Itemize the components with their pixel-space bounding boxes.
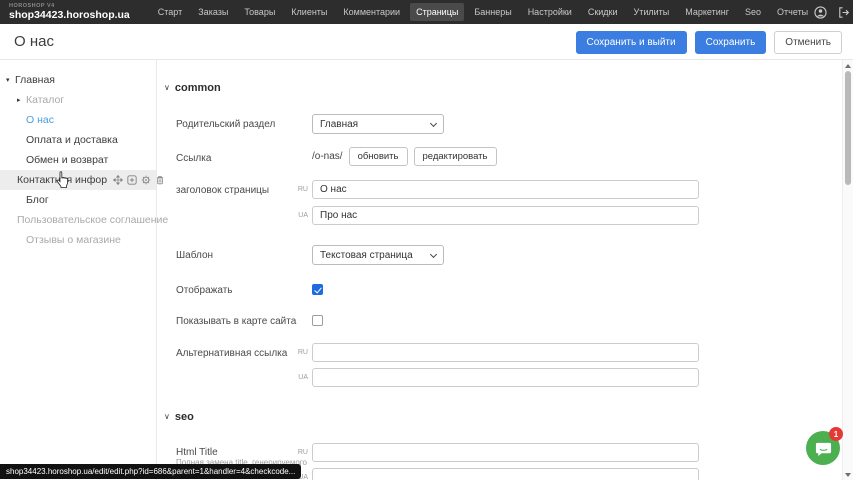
tree-item-label: Контактная инфор	[17, 174, 107, 186]
chevron-down-icon[interactable]: ▾	[6, 76, 15, 84]
lang-tag-ru: RU	[294, 349, 308, 356]
nav-item-settings[interactable]: Настройки	[522, 3, 578, 21]
nav-item-clients[interactable]: Клиенты	[285, 3, 333, 21]
scroll-down-arrow[interactable]	[843, 469, 853, 480]
page-title-label: заголовок страницы	[176, 185, 269, 196]
scroll-up-arrow[interactable]	[843, 60, 853, 71]
logo-domain: shop34423.horoshop.ua	[9, 10, 130, 21]
nav-item-pages[interactable]: Страницы	[410, 3, 464, 21]
lang-tag-ru: RU	[294, 449, 308, 456]
chat-widget-button[interactable]: 1	[806, 431, 840, 465]
logo[interactable]: HOROSHOP V4 shop34423.horoshop.ua	[9, 4, 130, 21]
tree-item-label: Оплата и доставка	[26, 134, 118, 146]
nav-item-marketing[interactable]: Маркетинг	[679, 3, 735, 21]
tree-item-payment-delivery[interactable]: Оплата и доставка	[0, 130, 156, 150]
link-edit-button[interactable]: редактировать	[414, 147, 497, 166]
nav-item-seo[interactable]: Seo	[739, 3, 767, 21]
nav-item-comments[interactable]: Комментарии	[337, 3, 406, 21]
add-icon[interactable]	[127, 175, 137, 185]
tree-item-user-agreement[interactable]: Пользовательское соглашение	[0, 210, 156, 230]
tree-item-label: О нас	[26, 114, 54, 126]
tree-item-actions	[113, 175, 165, 185]
html-title-ru-input[interactable]	[312, 443, 699, 462]
page-title: О нас	[14, 33, 54, 50]
page-header: О нас Сохранить и выйти Сохранить Отмени…	[0, 24, 853, 60]
link-label: Ссылка	[176, 153, 211, 164]
scrollbar-thumb[interactable]	[845, 71, 851, 185]
nav-item-banners[interactable]: Баннеры	[468, 3, 517, 21]
move-icon[interactable]	[113, 175, 123, 185]
nav-item-reports[interactable]: Отчеты	[771, 3, 814, 21]
tree-item-label: Пользовательское соглашение	[17, 214, 168, 226]
tree-item-label: Обмен и возврат	[26, 154, 108, 166]
tree-item-about[interactable]: О нас	[0, 110, 156, 130]
header-actions: Сохранить и выйти Сохранить Отменить	[576, 31, 843, 54]
vertical-scrollbar[interactable]	[842, 60, 853, 480]
parent-section-label: Родительский раздел	[176, 119, 275, 130]
settings-icon[interactable]	[141, 175, 151, 185]
page-edit-form: ∨common Родительский раздел Главная Ссыл…	[158, 60, 842, 480]
sitemap-checkbox[interactable]	[312, 315, 323, 326]
nav-item-utilities[interactable]: Утилиты	[628, 3, 676, 21]
save-and-exit-button[interactable]: Сохранить и выйти	[576, 31, 687, 54]
parent-section-select[interactable]: Главная	[312, 114, 444, 134]
tree-item-label: Главная	[15, 74, 55, 86]
display-checkbox[interactable]	[312, 284, 323, 295]
save-button[interactable]: Сохранить	[695, 31, 767, 54]
nav-item-discounts[interactable]: Скидки	[582, 3, 624, 21]
html-title-ua-input[interactable]	[312, 468, 699, 480]
section-common-header[interactable]: ∨common	[164, 82, 221, 94]
page-title-ua-input[interactable]	[312, 206, 699, 225]
tree-item-label: Отзывы о магазине	[26, 234, 121, 246]
html-title-label: Html Title	[176, 447, 218, 458]
topbar: HOROSHOP V4 shop34423.horoshop.ua Старт …	[0, 0, 853, 24]
lang-tag-ua: UA	[294, 212, 308, 219]
alt-link-ua-input[interactable]	[312, 368, 699, 387]
cancel-button[interactable]: Отменить	[774, 31, 842, 54]
logout-icon[interactable]	[837, 6, 850, 19]
tree-item-blog[interactable]: Блог	[0, 190, 156, 210]
tree-item-home[interactable]: ▾ Главная	[0, 70, 156, 90]
template-select[interactable]: Текстовая страница	[312, 245, 444, 265]
topbar-icons	[814, 6, 850, 19]
link-refresh-button[interactable]: обновить	[349, 147, 408, 166]
page-tree-sidebar: ▾ Главная ▸ Каталог О нас Оплата и доста…	[0, 60, 157, 480]
lang-tag-ua: UA	[294, 374, 308, 381]
tree-item-store-reviews[interactable]: Отзывы о магазине	[0, 230, 156, 250]
chevron-down-icon: ∨	[164, 83, 170, 92]
nav-item-start[interactable]: Старт	[152, 3, 188, 21]
status-bar-url: shop34423.horoshop.ua/edit/edit.php?id=6…	[0, 464, 301, 479]
link-path: /o-nas/	[312, 151, 343, 162]
alt-link-label: Альтернативная ссылка	[176, 348, 287, 359]
page-title-ru-input[interactable]	[312, 180, 699, 199]
tree-item-label: Блог	[26, 194, 49, 206]
sitemap-label: Показывать в карте сайта	[176, 316, 296, 327]
template-label: Шаблон	[176, 250, 213, 261]
chevron-down-icon	[430, 251, 437, 258]
chevron-right-icon[interactable]: ▸	[17, 96, 26, 104]
display-label: Отображать	[176, 285, 232, 296]
alt-link-ru-input[interactable]	[312, 343, 699, 362]
delete-icon[interactable]	[155, 175, 165, 185]
account-icon[interactable]	[814, 6, 827, 19]
chat-bubble-icon	[815, 440, 832, 457]
chat-unread-badge: 1	[829, 427, 843, 441]
chevron-down-icon: ∨	[164, 412, 170, 421]
tree-item-contact-info[interactable]: Контактная инфор	[0, 170, 156, 190]
nav-item-products[interactable]: Товары	[238, 3, 281, 21]
lang-tag-ru: RU	[294, 186, 308, 193]
tree-item-catalog[interactable]: ▸ Каталог	[0, 90, 156, 110]
section-seo-header[interactable]: ∨seo	[164, 411, 194, 423]
tree-item-exchange-return[interactable]: Обмен и возврат	[0, 150, 156, 170]
link-row: /o-nas/ обновить редактировать	[312, 147, 497, 166]
chevron-down-icon	[430, 120, 437, 127]
nav-item-orders[interactable]: Заказы	[192, 3, 234, 21]
tree-item-label: Каталог	[26, 94, 64, 106]
main-nav: Старт Заказы Товары Клиенты Комментарии …	[152, 3, 814, 21]
